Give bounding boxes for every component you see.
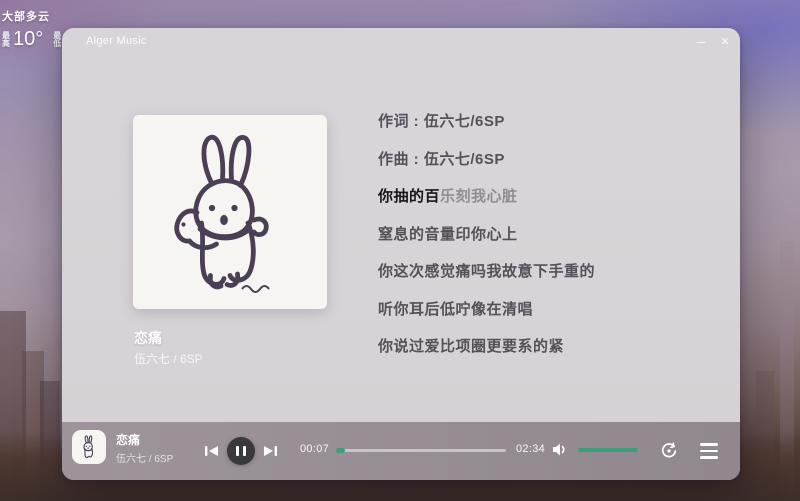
artist-signature <box>241 284 270 293</box>
pause-icon <box>227 437 255 465</box>
progress-rail <box>336 449 506 452</box>
song-artist: 伍六七 / 6SP <box>134 352 203 366</box>
lyric-line-composer[interactable]: 作曲 : 伍六七/6SP <box>378 140 708 178</box>
lyric-line[interactable]: 你这次感觉痛吗我故意下手重的 <box>378 252 708 290</box>
pause-button[interactable] <box>227 422 255 480</box>
track-thumbnail[interactable] <box>72 430 106 464</box>
playlist-icon <box>700 443 718 446</box>
previous-track-button[interactable] <box>200 422 224 480</box>
play-mode-button[interactable] <box>660 442 678 460</box>
playlist-button[interactable] <box>700 443 718 459</box>
next-track-icon <box>264 446 277 456</box>
volume-slider[interactable] <box>578 448 638 452</box>
window-titlebar[interactable]: Alger Music ─ ✕ <box>62 28 740 56</box>
lyrics-panel: 作词 : 伍六七/6SP 作曲 : 伍六七/6SP 你抽的百 乐刻我心脏 窒息的音… <box>378 102 708 365</box>
volume-button[interactable] <box>552 442 569 462</box>
album-art <box>133 115 327 309</box>
weather-condition: 大部多云 <box>2 11 50 23</box>
progress-bar[interactable] <box>336 448 506 453</box>
playerbar-track-title: 恋痛 <box>116 433 141 447</box>
playerbar-track-artist: 伍六七 / 6SP <box>116 454 174 465</box>
previous-track-icon <box>205 446 218 456</box>
lyric-line[interactable]: 听你耳后低咛像在清唱 <box>378 290 708 328</box>
weather-high-temp: 10° <box>13 28 44 50</box>
lyric-line-current[interactable]: 你抽的百 乐刻我心脏 <box>378 177 708 215</box>
weather-high-label: 最高 <box>2 30 10 48</box>
rabbit-thumbnail-icon <box>83 435 93 459</box>
play-mode-loop-icon <box>661 442 677 458</box>
current-time: 00:07 <box>300 443 330 455</box>
lyric-current-unsung: 乐刻我心脏 <box>440 188 518 206</box>
rabbit-illustration <box>174 134 270 293</box>
lyric-line[interactable]: 窒息的音量印你心上 <box>378 215 708 253</box>
next-track-button[interactable] <box>258 422 282 480</box>
song-title: 恋痛 <box>134 330 162 346</box>
music-player-window: Alger Music ─ ✕ 恋痛 伍六七 / 6SP 作词: 伍六七/6S… <box>62 28 740 480</box>
lyric-line-lyricist[interactable]: 作词 : 伍六七/6SP <box>378 102 708 140</box>
volume-fill <box>578 448 638 452</box>
progress-fill <box>336 448 345 453</box>
lyric-current-sung: 你抽的百 <box>378 188 441 206</box>
lyric-line[interactable]: 你说过爱比项圈更要系的紧 <box>378 327 708 365</box>
close-button[interactable]: ✕ <box>714 31 736 53</box>
player-bar: 恋痛 伍六七 / 6SP 00:07 02:34 <box>62 422 740 480</box>
speaker-icon <box>553 443 565 456</box>
minimize-button[interactable]: ─ <box>690 31 712 53</box>
window-title: Alger Music <box>86 35 147 47</box>
total-time: 02:34 <box>516 443 546 455</box>
